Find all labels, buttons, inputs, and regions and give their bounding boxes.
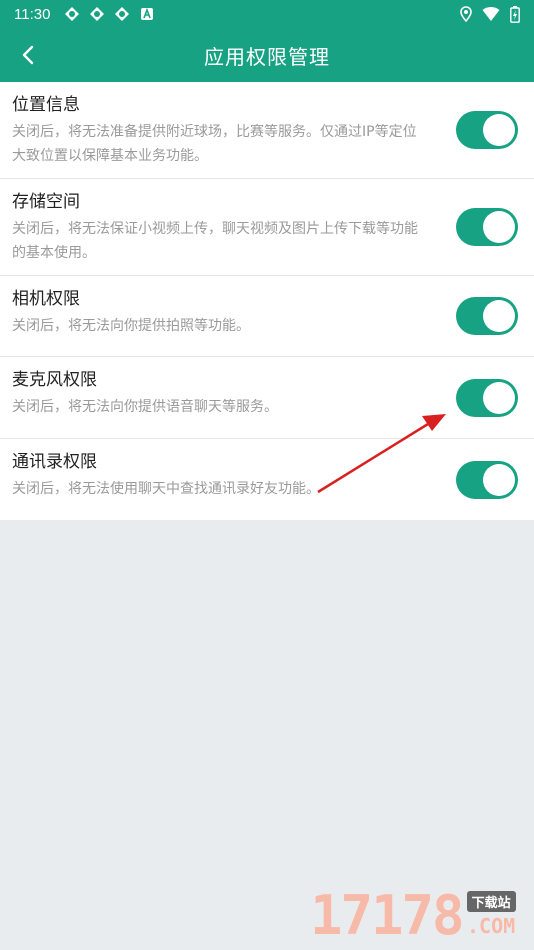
chevron-left-icon <box>22 45 34 65</box>
title-bar: 应用权限管理 <box>0 28 534 82</box>
permission-item-contacts: 通讯录权限 关闭后，将无法使用聊天中查找通讯录好友功能。 <box>0 439 534 520</box>
wifi-icon <box>482 7 500 21</box>
status-time: 11:30 <box>14 5 51 23</box>
permission-description: 关闭后，将无法使用聊天中查找通讯录好友功能。 <box>12 481 320 497</box>
toggle-knob <box>483 381 515 414</box>
permission-item-microphone: 麦克风权限 关闭后，将无法向你提供语音聊天等服务。 <box>0 357 534 439</box>
location-permission-toggle[interactable] <box>456 111 518 149</box>
permission-description: 关闭后，将无法向你提供语音聊天等服务。 <box>12 399 278 415</box>
permission-name: 位置信息 <box>12 95 80 115</box>
permission-name: 麦克风权限 <box>12 370 97 390</box>
toggle-knob <box>483 211 515 243</box>
back-button[interactable] <box>10 37 46 73</box>
toggle-knob <box>483 300 515 332</box>
site-watermark: 17178 下载站 .COM <box>310 888 516 944</box>
app-notification-icon <box>115 7 130 21</box>
app-header: 11:30 应用权限管理 <box>0 0 534 82</box>
permission-item-location: 位置信息 关闭后，将无法准备提供附近球场，比赛等服务。仅通过IP等定位大致位置以… <box>0 82 534 179</box>
toggle-knob <box>483 114 515 146</box>
storage-permission-toggle[interactable] <box>456 208 518 246</box>
camera-permission-toggle[interactable] <box>456 297 518 335</box>
app-notification-icon <box>90 7 105 21</box>
permission-description: 关闭后，将无法向你提供拍照等功能。 <box>12 318 250 334</box>
status-bar: 11:30 <box>0 0 534 28</box>
page-title: 应用权限管理 <box>204 44 330 69</box>
permission-item-camera: 相机权限 关闭后，将无法向你提供拍照等功能。 <box>0 276 534 357</box>
microphone-permission-toggle[interactable] <box>456 378 518 417</box>
toggle-knob <box>483 463 515 496</box>
watermark-domain: .COM <box>466 914 516 938</box>
permission-item-storage: 存储空间 关闭后，将无法保证小视频上传，聊天视频及图片上传下载等功能的基本使用。 <box>0 179 534 276</box>
watermark-tag: 下载站 <box>466 891 516 912</box>
battery-charging-icon <box>510 5 520 23</box>
contacts-permission-toggle[interactable] <box>456 460 518 499</box>
app-notification-icon <box>65 7 80 21</box>
permission-name: 相机权限 <box>12 289 80 309</box>
permission-description: 关闭后，将无法准备提供附近球场，比赛等服务。仅通过IP等定位大致位置以保障基本业… <box>12 124 417 164</box>
a-badge-icon <box>141 7 154 20</box>
watermark-number: 17178 <box>310 884 465 947</box>
permission-description: 关闭后，将无法保证小视频上传，聊天视频及图片上传下载等功能的基本使用。 <box>12 221 418 261</box>
permission-name: 存储空间 <box>12 192 80 212</box>
permission-list: 位置信息 关闭后，将无法准备提供附近球场，比赛等服务。仅通过IP等定位大致位置以… <box>0 82 534 520</box>
location-icon <box>460 6 472 22</box>
permission-name: 通讯录权限 <box>12 452 97 472</box>
